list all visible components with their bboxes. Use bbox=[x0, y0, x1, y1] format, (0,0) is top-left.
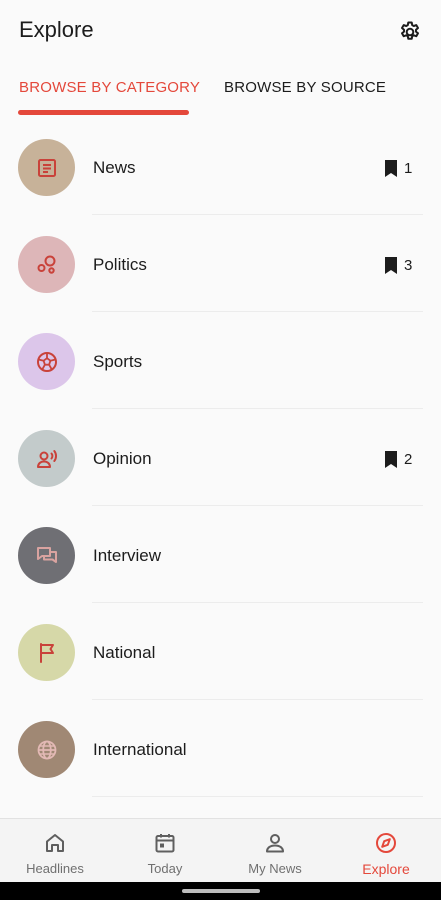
saved-indicator: 2 bbox=[384, 449, 412, 469]
category-avatar bbox=[18, 721, 75, 778]
category-label: International bbox=[93, 740, 187, 759]
category-row-sports[interactable]: Sports bbox=[0, 312, 441, 409]
tab-browse-by-source[interactable]: BROWSE BY SOURCE bbox=[224, 79, 386, 96]
category-label: Politics bbox=[93, 255, 147, 274]
category-list: News 1 Politics 3 Sports Opinion 2 Inter… bbox=[0, 118, 441, 818]
home-icon bbox=[46, 834, 64, 852]
category-avatar bbox=[18, 527, 75, 584]
app-header: Explore bbox=[0, 0, 441, 64]
home-gesture-pill[interactable] bbox=[182, 889, 260, 893]
category-row-interview[interactable]: Interview bbox=[0, 506, 441, 603]
saved-count: 2 bbox=[404, 450, 413, 468]
category-avatar bbox=[18, 333, 75, 390]
category-row-international[interactable]: International bbox=[0, 700, 441, 797]
nav-label: Explore bbox=[362, 861, 410, 877]
saved-count: 1 bbox=[404, 159, 413, 177]
soccer-ball-icon bbox=[36, 351, 57, 372]
person-icon bbox=[266, 834, 284, 853]
category-label: Opinion bbox=[93, 449, 152, 468]
compass-icon bbox=[376, 833, 396, 853]
tab-browse-by-category[interactable]: BROWSE BY CATEGORY bbox=[19, 79, 200, 96]
category-row-news[interactable]: News 1 bbox=[0, 118, 441, 215]
category-label: News bbox=[93, 158, 136, 177]
nav-today[interactable]: Today bbox=[110, 819, 220, 883]
category-avatar bbox=[18, 139, 75, 196]
nav-label: My News bbox=[248, 861, 302, 876]
saved-indicator: 3 bbox=[384, 255, 412, 275]
system-navigation-bar bbox=[0, 882, 441, 900]
gear-icon bbox=[401, 21, 419, 40]
category-avatar bbox=[18, 624, 75, 681]
nav-label: Today bbox=[147, 861, 183, 876]
category-label: Sports bbox=[93, 352, 143, 371]
page-title: Explore bbox=[19, 17, 94, 42]
bookmark-icon bbox=[385, 450, 397, 468]
speaker-person-icon bbox=[36, 449, 57, 468]
chat-bubbles-icon bbox=[36, 546, 57, 563]
nav-my-news[interactable]: My News bbox=[220, 819, 330, 883]
saved-indicator: 1 bbox=[384, 158, 412, 178]
nav-headlines[interactable]: Headlines bbox=[0, 819, 110, 883]
category-label: National bbox=[93, 643, 156, 662]
nav-explore[interactable]: Explore bbox=[331, 819, 441, 883]
category-avatar bbox=[18, 430, 75, 487]
bookmark-icon bbox=[385, 256, 397, 274]
bottom-navigation: Headlines Today My News Explore bbox=[0, 818, 441, 882]
bookmark-icon bbox=[385, 159, 397, 177]
category-avatar bbox=[18, 236, 75, 293]
category-row-national[interactable]: National bbox=[0, 603, 441, 700]
nav-label: Headlines bbox=[26, 861, 84, 876]
category-row-opinion[interactable]: Opinion 2 bbox=[0, 409, 441, 506]
flag-icon bbox=[39, 642, 54, 663]
category-row-politics[interactable]: Politics 3 bbox=[0, 215, 441, 312]
tab-bar: BROWSE BY CATEGORY BROWSE BY SOURCE bbox=[0, 64, 441, 118]
calendar-icon bbox=[155, 834, 175, 853]
saved-count: 3 bbox=[404, 256, 413, 274]
settings-button[interactable] bbox=[396, 18, 424, 46]
globe-icon bbox=[37, 740, 56, 759]
bubbles-icon bbox=[37, 255, 55, 274]
category-label: Interview bbox=[93, 546, 162, 565]
category-row-partial[interactable] bbox=[0, 797, 441, 818]
tab-indicator bbox=[18, 110, 189, 115]
newspaper-icon bbox=[37, 158, 56, 177]
